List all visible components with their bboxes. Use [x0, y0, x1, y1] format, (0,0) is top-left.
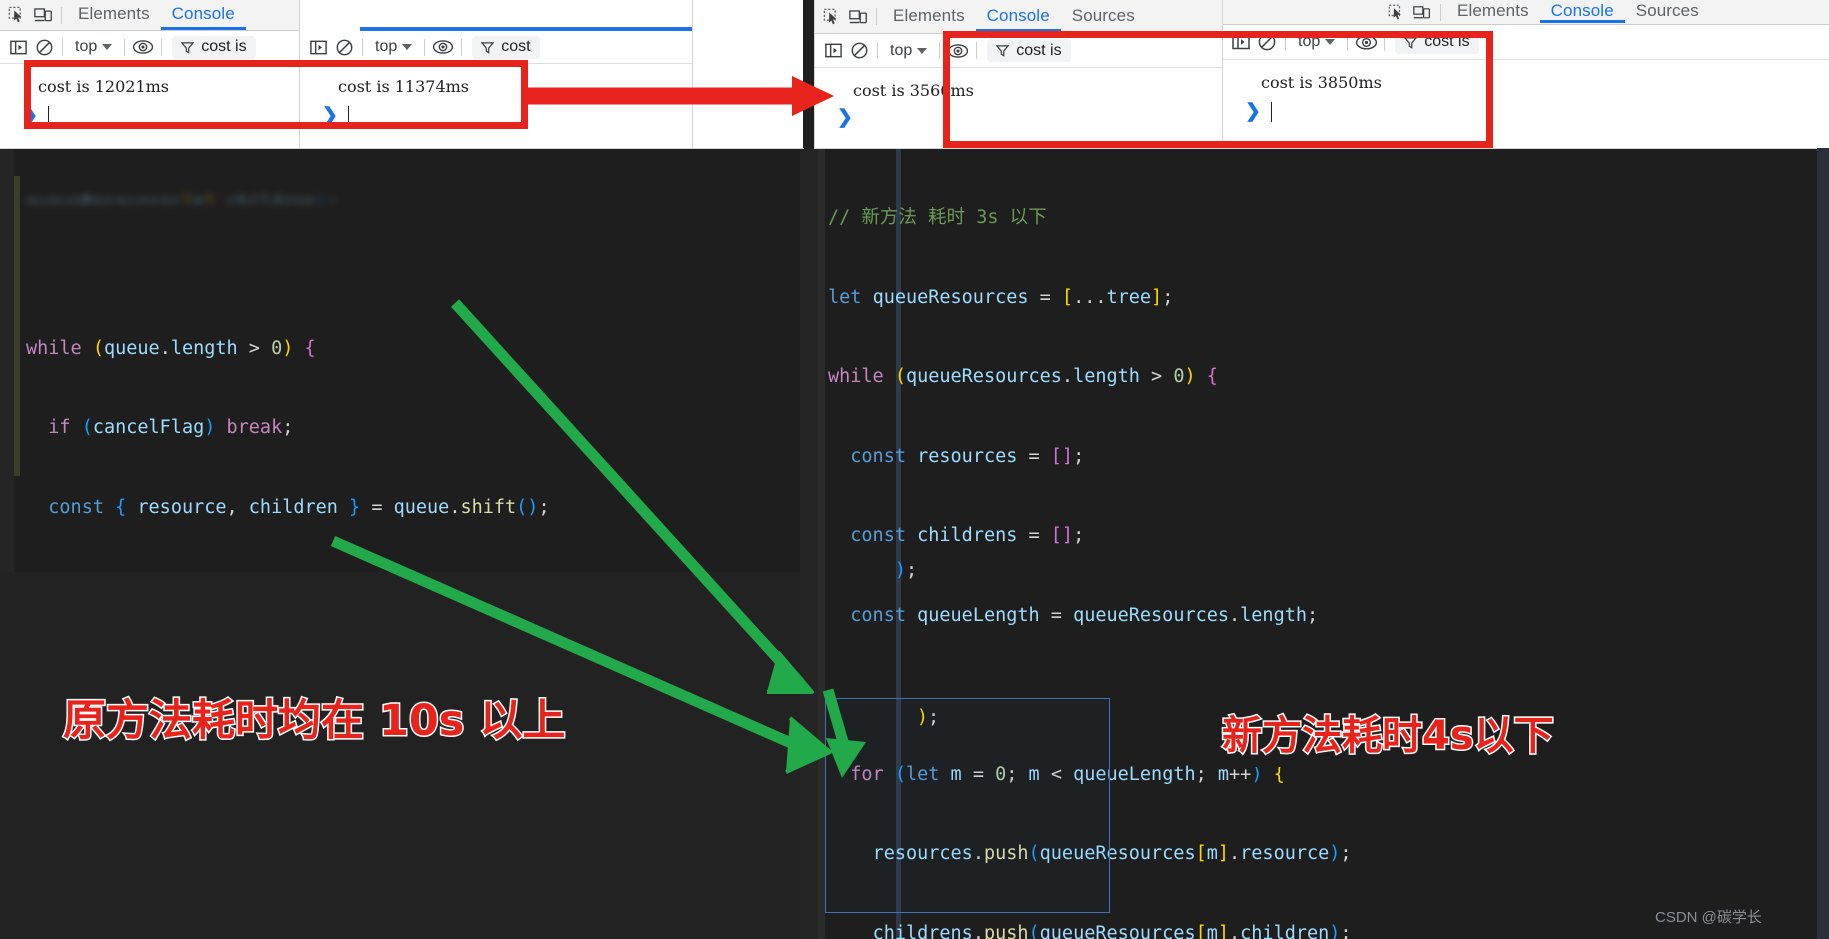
toolbar-divider: [62, 38, 63, 56]
chevron-down-icon: [917, 47, 928, 54]
toolbar-divider: [124, 38, 126, 56]
caption-new-method: 新方法耗时4s以下: [1221, 712, 1556, 761]
rcode-let-queueresources: let queueResources = [...tree];: [828, 286, 1174, 308]
tab-elements[interactable]: Elements: [67, 0, 161, 30]
tab-console[interactable]: Console: [1540, 1, 1625, 23]
new-method-editor[interactable]: ); ); // 新方法 耗时 3s 以下 let queueResources…: [800, 146, 1829, 939]
context-selector-label: top: [75, 38, 98, 55]
chevron-down-icon: [102, 44, 113, 50]
inspect-icon[interactable]: [819, 4, 845, 30]
code-line-const-destructure: const { resource, children } = queue.shi…: [48, 496, 550, 518]
devtools-tabbar-1[interactable]: Elements Console: [0, 0, 300, 31]
console-sidebar-icon[interactable]: [5, 34, 31, 60]
console-filter-text: cost: [501, 38, 531, 55]
prompt-chevron-icon: ❯: [837, 107, 853, 128]
live-expression-icon[interactable]: [130, 34, 156, 60]
left-dark-backdrop: [0, 572, 800, 939]
tab-console[interactable]: Console: [976, 2, 1061, 32]
panel-gap-filler: [693, 0, 803, 148]
tab-sources[interactable]: Sources: [1625, 1, 1710, 23]
console-sidebar-icon[interactable]: [305, 34, 331, 60]
rcode-while: while (queueResources.length > 0) {: [828, 366, 1218, 387]
toolbar-divider: [1440, 3, 1441, 21]
device-toolbar-icon[interactable]: [1409, 1, 1435, 23]
rcode-const-resources: const resources = [];: [850, 445, 1085, 467]
red-highlight-box-right: [943, 31, 1493, 148]
context-selector-label: top: [890, 41, 913, 59]
code-line-blank-1: [26, 256, 748, 283]
old-method-editor[interactable]: queueResources[m].children); while (queu…: [0, 146, 748, 572]
rcode-comment: // 新方法 耗时 3s 以下: [828, 207, 1047, 228]
toolbar-divider: [362, 38, 363, 56]
editor-right-selection-outline: [825, 698, 1110, 913]
toolbar-divider: [424, 38, 426, 56]
context-selector-1[interactable]: top: [68, 38, 119, 56]
toolbar-divider: [161, 38, 163, 56]
rcode-const-queuelength: const queueLength = queueResources.lengt…: [850, 604, 1319, 626]
console-filter-text: cost is: [201, 38, 247, 55]
toolbar-divider: [61, 6, 62, 24]
tab-elements[interactable]: Elements: [882, 2, 976, 32]
toolbar-divider: [939, 42, 941, 59]
devtools-tabbar-4[interactable]: Elements Console Sources: [1223, 0, 1829, 25]
panel-2-tab-underline: [360, 27, 693, 31]
editor-right-gutter: [800, 146, 818, 939]
console-sidebar-icon[interactable]: [820, 38, 846, 64]
tab-elements[interactable]: Elements: [1446, 1, 1540, 23]
filter-icon: [481, 41, 495, 54]
tab-console[interactable]: Console: [161, 0, 246, 30]
device-toolbar-icon[interactable]: [845, 4, 871, 30]
clear-console-icon[interactable]: [31, 34, 57, 60]
csdn-watermark: CSDN @碳学长: [1655, 909, 1762, 926]
chevron-down-icon: [402, 44, 413, 50]
context-selector-2[interactable]: top: [368, 38, 419, 56]
devtools-tabbar-3[interactable]: Elements Console Sources: [815, 0, 1223, 34]
toolbar-divider: [876, 8, 877, 25]
panel3-left-dark-edge: [803, 0, 815, 148]
context-selector-3[interactable]: top: [883, 42, 934, 60]
editor-right-change-bar: [818, 146, 825, 939]
editor-left-change-bar: [14, 176, 20, 476]
red-highlight-box-left: [24, 60, 528, 129]
clear-console-icon[interactable]: [846, 38, 872, 64]
code-line-if-cancelflag: if (cancelFlag) break;: [48, 417, 294, 438]
caption-old-method: 原方法耗时均在 10s 以上: [61, 695, 566, 748]
tab-sources[interactable]: Sources: [1061, 2, 1146, 32]
left-editor-left-rail: [0, 146, 14, 572]
clear-console-icon[interactable]: [331, 34, 357, 60]
right-edge-strip: [1817, 148, 1829, 939]
code-line-while: while (queue.length > 0) {: [26, 337, 316, 359]
console-filter-2[interactable]: cost: [472, 35, 540, 59]
toolbar-divider: [877, 42, 878, 59]
device-toolbar-icon[interactable]: [30, 2, 56, 28]
filter-icon: [181, 41, 195, 54]
rcode-const-childrens: const childrens = [];: [850, 525, 1085, 546]
inspect-icon[interactable]: [4, 2, 30, 28]
console-filter-1[interactable]: cost is: [172, 35, 256, 59]
code-line-clipped: queueResources[m].children);: [26, 191, 748, 203]
live-expression-icon[interactable]: [430, 34, 456, 60]
context-selector-label: top: [375, 38, 398, 55]
toolbar-divider: [461, 38, 463, 56]
inspect-icon[interactable]: [1383, 1, 1409, 23]
